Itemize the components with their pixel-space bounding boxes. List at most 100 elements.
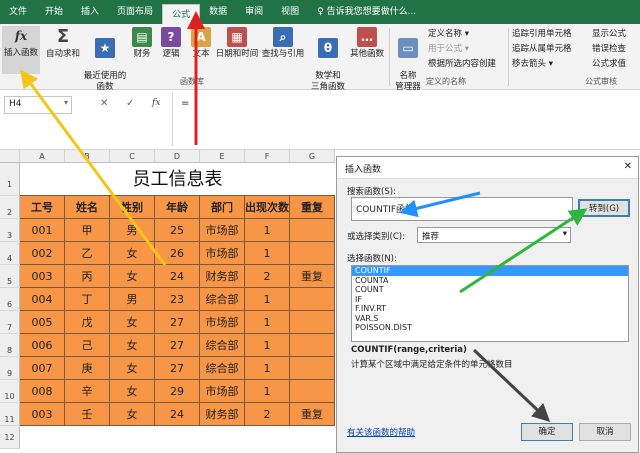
tab-formulas[interactable]: 公式 — [162, 4, 201, 24]
table-cell[interactable]: 27 — [155, 311, 200, 334]
table-cell[interactable] — [290, 242, 335, 265]
table-cell[interactable]: 24 — [155, 265, 200, 288]
table-cell[interactable] — [290, 219, 335, 242]
search-function-input[interactable]: COUNTIF函数 — [351, 197, 573, 221]
column-header[interactable]: C — [110, 150, 155, 163]
table-cell[interactable]: 26 — [155, 242, 200, 265]
row-header[interactable]: 12 — [0, 426, 20, 449]
table-cell[interactable]: 007 — [20, 357, 65, 380]
table-cell[interactable]: 008 — [20, 380, 65, 403]
table-cell[interactable]: 女 — [110, 265, 155, 288]
table-cell[interactable]: 乙 — [65, 242, 110, 265]
trace-precedents-button[interactable]: 追踪引用单元格 — [512, 28, 572, 40]
table-cell[interactable]: 2 — [245, 265, 290, 288]
chevron-down-icon[interactable]: ▾ — [64, 98, 68, 107]
table-cell[interactable]: 丁 — [65, 288, 110, 311]
table-cell[interactable]: 综合部 — [200, 334, 245, 357]
autosum-button[interactable]: Σ 自动求和 — [44, 27, 82, 60]
table-cell[interactable]: 女 — [110, 357, 155, 380]
enter-icon[interactable]: ✓ — [126, 98, 134, 109]
tab-file[interactable]: 文件 — [0, 0, 36, 24]
function-list-item[interactable]: COUNTA — [352, 276, 628, 286]
more-functions-button[interactable]: … 其他函数 — [348, 27, 386, 60]
ok-button[interactable]: 确定 — [521, 423, 573, 441]
function-list-item[interactable]: IF — [352, 295, 628, 305]
table-cell[interactable]: 女 — [110, 403, 155, 426]
function-list-item[interactable]: POISSON.DIST — [352, 323, 628, 333]
table-cell[interactable]: 重复 — [290, 265, 335, 288]
column-header[interactable]: F — [245, 150, 290, 163]
name-box[interactable]: H4 — [4, 96, 72, 114]
table-cell[interactable]: 壬 — [65, 403, 110, 426]
show-formulas-button[interactable]: 显示公式 — [592, 28, 626, 40]
table-cell[interactable] — [290, 380, 335, 403]
table-cell[interactable] — [290, 288, 335, 311]
lookup-button[interactable]: ⌕ 查找与引用 — [260, 27, 306, 60]
row-header[interactable]: 9 — [0, 357, 20, 380]
worksheet-grid[interactable]: ABCDEFG 1 2 3 4 5 6 7 8 9 10 11 12 员工信息表 工号 姓名 性别 年龄 部门… — [0, 150, 335, 453]
table-cell[interactable]: 1 — [245, 242, 290, 265]
use-in-formula-button[interactable]: 用于公式 ▾ — [428, 43, 469, 55]
table-cell[interactable]: 市场部 — [200, 219, 245, 242]
table-cell[interactable]: 006 — [20, 334, 65, 357]
close-icon[interactable]: ✕ — [624, 161, 632, 172]
insert-function-fx-icon[interactable]: fx — [152, 98, 160, 108]
table-cell[interactable]: 庚 — [65, 357, 110, 380]
table-cell[interactable]: 男 — [110, 219, 155, 242]
column-header[interactable]: G — [290, 150, 335, 163]
table-cell[interactable]: 005 — [20, 311, 65, 334]
function-list-item[interactable]: VAR.S — [352, 314, 628, 324]
tab-view[interactable]: 视图 — [272, 0, 308, 24]
tab-home[interactable]: 开始 — [36, 0, 72, 24]
table-cell[interactable]: 1 — [245, 288, 290, 311]
table-cell[interactable]: 丙 — [65, 265, 110, 288]
table-header-cell[interactable]: 性别 — [110, 196, 155, 219]
table-cell[interactable] — [290, 334, 335, 357]
table-cell[interactable]: 004 — [20, 288, 65, 311]
table-cell[interactable]: 女 — [110, 242, 155, 265]
function-list-item[interactable]: COUNT — [352, 285, 628, 295]
text-button[interactable]: A 文本 — [187, 27, 215, 60]
function-list[interactable]: COUNTIF COUNTA COUNT IF F.INV.RT VAR.S POISSON… — [351, 265, 629, 342]
table-cell[interactable]: 29 — [155, 380, 200, 403]
table-cell[interactable]: 市场部 — [200, 380, 245, 403]
cancel-button[interactable]: 取消 — [579, 423, 631, 441]
table-cell[interactable]: 市场部 — [200, 311, 245, 334]
row-header[interactable]: 3 — [0, 219, 20, 242]
table-cell[interactable]: 甲 — [65, 219, 110, 242]
table-cell[interactable]: 002 — [20, 242, 65, 265]
tab-data[interactable]: 数据 — [200, 0, 236, 24]
row-header[interactable]: 5 — [0, 265, 20, 288]
insert-function-button[interactable]: fx 插入函数 — [2, 26, 40, 74]
table-cell[interactable]: 25 — [155, 219, 200, 242]
table-cell[interactable] — [290, 357, 335, 380]
table-cell[interactable]: 综合部 — [200, 357, 245, 380]
table-cell[interactable]: 003 — [20, 265, 65, 288]
table-header-cell[interactable]: 工号 — [20, 196, 65, 219]
table-header-cell[interactable]: 部门 — [200, 196, 245, 219]
table-cell[interactable]: 24 — [155, 403, 200, 426]
table-header-cell[interactable]: 姓名 — [65, 196, 110, 219]
row-header[interactable]: 10 — [0, 380, 20, 403]
define-name-button[interactable]: 定义名称 ▾ — [428, 28, 469, 40]
function-list-item[interactable]: COUNTIF — [352, 266, 628, 276]
cancel-icon[interactable]: ✕ — [100, 98, 108, 109]
table-cell[interactable]: 己 — [65, 334, 110, 357]
trace-dependents-button[interactable]: 追踪从属单元格 — [512, 43, 572, 55]
create-from-selection-button[interactable]: 根据所选内容创建 — [428, 58, 496, 70]
row-header[interactable]: 2 — [0, 196, 20, 219]
table-header-cell[interactable]: 年龄 — [155, 196, 200, 219]
table-cell[interactable]: 1 — [245, 357, 290, 380]
column-header[interactable]: B — [65, 150, 110, 163]
logical-button[interactable]: ? 逻辑 — [157, 27, 185, 60]
table-cell[interactable]: 重复 — [290, 403, 335, 426]
row-header[interactable]: 7 — [0, 311, 20, 334]
column-header[interactable]: A — [20, 150, 65, 163]
row-header[interactable]: 8 — [0, 334, 20, 357]
tab-page-layout[interactable]: 页面布局 — [108, 0, 162, 24]
select-all-corner[interactable] — [0, 150, 20, 163]
table-cell[interactable]: 市场部 — [200, 242, 245, 265]
column-header[interactable]: E — [200, 150, 245, 163]
row-header[interactable]: 6 — [0, 288, 20, 311]
column-header[interactable]: D — [155, 150, 200, 163]
